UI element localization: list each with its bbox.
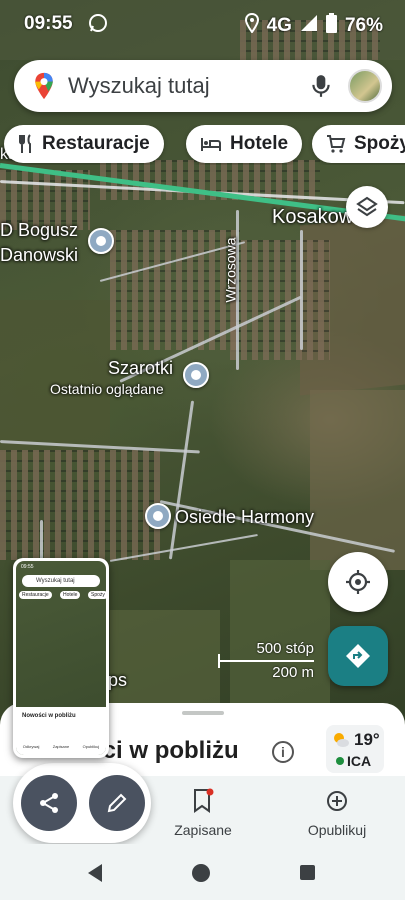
thumb-chip: Restauracje xyxy=(19,591,52,599)
map-label-danowski: Danowski xyxy=(0,245,79,265)
home-button[interactable] xyxy=(192,864,210,882)
signal-icon xyxy=(300,14,318,38)
nav-saved-label: Zapisane xyxy=(174,822,232,838)
scale-feet: 500 stóp xyxy=(256,640,314,657)
sheet-handle[interactable] xyxy=(182,711,224,715)
aqi-label: ICA xyxy=(347,753,372,769)
thumbnail-preview: 09:55 Wyszukaj tutaj Restauracje Hotele … xyxy=(16,561,106,755)
layers-button[interactable] xyxy=(346,186,388,228)
road xyxy=(300,230,303,350)
bed-icon xyxy=(201,138,221,151)
thumb-sheet-title: Nowości w pobliżu xyxy=(22,713,76,719)
nav-saved[interactable]: Zapisane xyxy=(153,788,253,838)
housing-block xyxy=(0,450,160,560)
battery-level: 76% xyxy=(344,15,383,36)
place-pin-osiedle-harmony[interactable] xyxy=(145,503,171,529)
edit-button[interactable] xyxy=(89,775,145,831)
nav-publish-label: Opublikuj xyxy=(307,822,367,838)
fork-knife-icon xyxy=(19,134,31,153)
thumb-nav: Odkrywaj Zapisane Opublikuj xyxy=(16,744,106,749)
thumb-chip: Spoży xyxy=(88,591,106,599)
cart-icon xyxy=(327,135,346,153)
mic-icon[interactable] xyxy=(308,73,334,99)
map-label-bogusz: D Bogusz xyxy=(0,220,79,240)
pencil-icon xyxy=(107,793,127,813)
chip-label: Spoży xyxy=(354,133,405,154)
thumb-nav-item: Odkrywaj xyxy=(22,744,40,749)
map-label-kosakowo: Kosakow xyxy=(272,206,354,228)
back-icon[interactable] xyxy=(86,863,104,883)
network-type: 4G xyxy=(266,15,292,36)
system-nav-bar xyxy=(0,844,405,900)
scale-bar xyxy=(218,660,314,662)
avatar[interactable] xyxy=(348,69,382,103)
farm-field xyxy=(0,300,110,460)
map-label-osiedle-harmony: Osiedle Harmony xyxy=(175,507,315,527)
partly-cloudy-icon xyxy=(334,733,349,747)
air-quality: ICA xyxy=(336,753,371,769)
category-chips: Restauracje Hotele Spoży xyxy=(0,125,405,165)
screenshot-actions xyxy=(13,763,151,843)
status-bar: 09:55 4G 76% xyxy=(0,0,405,50)
place-pin-szarotki[interactable] xyxy=(183,362,209,388)
directions-icon xyxy=(346,644,370,668)
directions-button[interactable] xyxy=(328,626,388,686)
status-time: 09:55 xyxy=(24,13,73,34)
weather-widget[interactable]: 19° ICA xyxy=(326,725,384,773)
thumb-sheet: Nowości w pobliżu Odkrywaj Zapisane Opub… xyxy=(16,707,106,755)
temperature: 19° xyxy=(354,730,380,749)
thumb-nav-item: Zapisane xyxy=(52,744,70,749)
search-bar[interactable]: Wyszukaj tutaj xyxy=(14,60,392,112)
search-input[interactable]: Wyszukaj tutaj xyxy=(68,73,308,99)
crosshair-icon xyxy=(346,570,370,594)
location-icon xyxy=(244,12,259,39)
road xyxy=(168,400,195,560)
add-circle-icon xyxy=(327,791,347,811)
housing-block xyxy=(230,240,330,360)
recents-button[interactable] xyxy=(300,865,315,880)
place-pin-bogusz[interactable] xyxy=(88,228,114,254)
chip-grocery[interactable]: Spoży xyxy=(312,125,405,163)
maps-pin-icon xyxy=(35,72,53,100)
map-label-recently-viewed: Ostatnio oglądane xyxy=(50,381,164,397)
my-location-button[interactable] xyxy=(328,552,388,612)
map-label-wrzosowa: Wrzosowa xyxy=(222,237,239,303)
chip-restaurants[interactable]: Restauracje xyxy=(4,125,164,163)
map-label-ps: ps xyxy=(108,670,128,690)
chip-hotels[interactable]: Hotele xyxy=(186,125,303,163)
whatsapp-icon xyxy=(88,13,108,39)
thumb-search: Wyszukaj tutaj xyxy=(22,575,100,587)
share-icon xyxy=(40,793,58,813)
share-button[interactable] xyxy=(21,775,77,831)
battery-icon xyxy=(325,13,337,39)
aqi-dot xyxy=(336,757,344,765)
bookmark-icon xyxy=(194,788,214,813)
thumb-time: 09:55 xyxy=(21,564,34,570)
thumb-chip: Hotele xyxy=(60,591,81,599)
thumb-nav-item: Opublikuj xyxy=(82,744,100,749)
screenshot-thumbnail[interactable]: 09:55 Wyszukaj tutaj Restauracje Hotele … xyxy=(13,558,109,758)
map-scale: 500 stóp 200 m xyxy=(218,640,318,682)
chip-label: Hotele xyxy=(230,133,289,154)
scale-meters: 200 m xyxy=(272,664,314,681)
info-icon[interactable]: i xyxy=(272,741,294,763)
map-label-szarotki: Szarotki xyxy=(108,358,174,378)
nav-publish[interactable]: Opublikuj xyxy=(287,788,387,838)
status-right: 4G 76% xyxy=(244,12,383,39)
chip-label: Restauracje xyxy=(42,133,150,154)
layers-icon xyxy=(356,196,378,217)
